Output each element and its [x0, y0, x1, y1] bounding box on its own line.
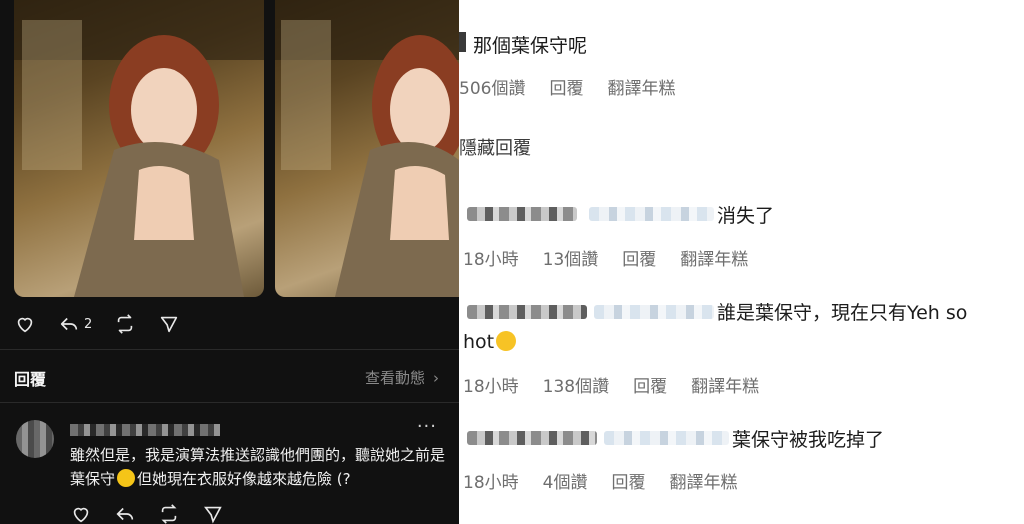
comment-action-bar: [70, 503, 246, 524]
reply-link[interactable]: 回覆: [633, 372, 667, 397]
replies-heading: 回覆: [14, 370, 47, 389]
reply-2-text-continued: hot: [463, 331, 495, 353]
reply-3-meta: 18小時 4個讚 回覆 翻譯年糕: [463, 468, 761, 493]
post-photo-2[interactable]: [275, 0, 459, 297]
right-comment-thread: 那個葉保守呢 506個讚 回覆 翻譯年糕 隱藏回覆 消失了 18小時 13個讚 …: [459, 0, 1024, 524]
divider: [0, 349, 459, 350]
translate-link[interactable]: 翻譯年糕: [691, 372, 759, 397]
thread-marker: [459, 32, 466, 52]
view-activity-link[interactable]: 查看動態 ›: [365, 367, 439, 388]
username-redacted: [467, 207, 577, 221]
like-count: 4個讚: [542, 473, 588, 493]
reply-count: 2: [84, 316, 93, 332]
translate-link[interactable]: 翻譯年糕: [680, 245, 748, 270]
timestamp: 18小時: [463, 377, 519, 397]
reply-link[interactable]: 回覆: [622, 245, 656, 270]
heart-icon: [73, 507, 89, 523]
repost-icon: [161, 504, 177, 524]
username-redacted: [467, 305, 587, 319]
send-icon: [161, 316, 178, 333]
share-button[interactable]: [158, 313, 180, 335]
more-options-icon[interactable]: ···: [417, 416, 437, 437]
view-activity-label: 查看動態: [364, 369, 425, 387]
reply-1-text: 消失了: [717, 205, 775, 227]
reply-icon: [60, 317, 78, 331]
top-comment-meta: 506個讚 回覆 翻譯年糕: [459, 74, 699, 99]
like-count: 506個讚: [459, 79, 526, 99]
reply-button[interactable]: 2: [58, 313, 92, 335]
comment-body-continued: 但她現在衣服好像越來越危險 (?: [137, 470, 351, 488]
heart-icon: [17, 317, 33, 333]
repost-icon: [118, 314, 133, 334]
comment-share-button[interactable]: [202, 503, 224, 524]
username-redacted: [70, 424, 220, 436]
comment-text: 雖然但是，我是演算法推送認識他們團的，聽說她之前是葉保守 但她現在衣服好像越來越危…: [70, 443, 446, 491]
timestamp: 18小時: [463, 473, 519, 493]
username-redacted: [467, 431, 597, 445]
chevron-right-icon: ›: [433, 368, 439, 387]
post-action-bar: 2: [14, 313, 202, 335]
reply-icon: [116, 507, 134, 521]
left-post-panel: 2 回覆 查看動態 › ··· 雖然但是，我是演算法推送認識他們團的，聽說她之前…: [0, 0, 459, 524]
translate-link[interactable]: 翻譯年糕: [607, 74, 675, 99]
like-count: 138個讚: [542, 377, 610, 397]
post-photo-1[interactable]: [14, 0, 264, 297]
comment-like-button[interactable]: [70, 503, 92, 524]
laughing-emoji-icon: [496, 331, 517, 351]
reply-2-text: 誰是葉保守，現在只有Yeh so: [717, 302, 968, 324]
translate-link[interactable]: 翻譯年糕: [669, 468, 737, 493]
reply-2-meta: 18小時 138個讚 回覆 翻譯年糕: [463, 372, 783, 397]
hide-replies-button[interactable]: 隱藏回覆: [459, 134, 531, 160]
comment-repost-button[interactable]: [158, 503, 180, 524]
mention-redacted: [589, 207, 714, 221]
reply-1-meta: 18小時 13個讚 回覆 翻譯年糕: [463, 245, 772, 270]
avatar[interactable]: [16, 420, 54, 458]
top-comment-text: 那個葉保守呢: [473, 35, 588, 57]
reply-2-text-line2: hot: [463, 331, 517, 353]
mention-redacted: [594, 305, 714, 319]
photo-2-illustration: [275, 0, 459, 297]
reply-link[interactable]: 回覆: [549, 74, 583, 99]
mention-redacted: [604, 431, 729, 445]
send-icon: [204, 506, 222, 524]
thinking-emoji-icon: [117, 469, 136, 487]
like-count: 13個讚: [542, 250, 599, 270]
photo-1-illustration: [14, 0, 264, 297]
like-button[interactable]: [14, 313, 36, 335]
timestamp: 18小時: [463, 250, 519, 270]
reply-3-text: 葉保守被我吃掉了: [732, 429, 885, 451]
reply-link[interactable]: 回覆: [611, 468, 645, 493]
repost-button[interactable]: [114, 313, 136, 335]
divider: [0, 402, 459, 403]
comment-reply-button[interactable]: [114, 503, 136, 524]
